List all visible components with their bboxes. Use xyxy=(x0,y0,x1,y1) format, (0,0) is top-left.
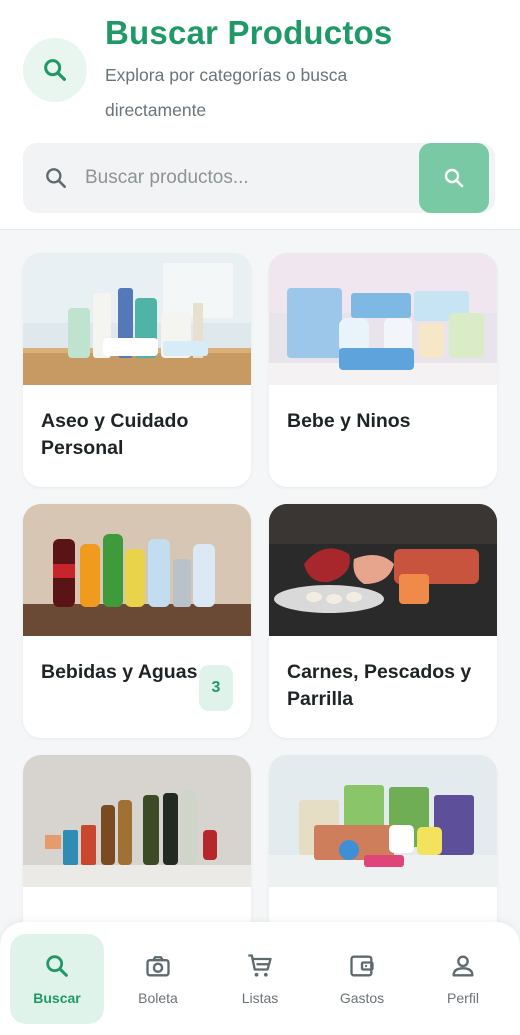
search-icon xyxy=(46,955,68,977)
cart-icon xyxy=(248,954,272,977)
category-image-aseo xyxy=(23,253,251,385)
nav-item-perfil[interactable]: Perfil xyxy=(416,934,510,1024)
person-icon xyxy=(452,955,474,977)
search-icon xyxy=(444,168,464,188)
category-card-bebidas[interactable]: Bebidas y Aguas 3 xyxy=(23,504,251,738)
category-card-bebe[interactable]: Bebe y Ninos xyxy=(269,253,497,487)
wallet-icon xyxy=(350,955,374,977)
category-card-carnes[interactable]: Carnes, Pescados y Parrilla xyxy=(269,504,497,738)
search-input[interactable] xyxy=(85,157,415,199)
category-image-5 xyxy=(23,755,251,887)
nav-label: Boleta xyxy=(138,990,178,1006)
category-grid: Aseo y Cuidado Personal Bebe y Ninos Beb… xyxy=(0,230,520,930)
category-image-bebe xyxy=(269,253,497,385)
nav-label: Buscar xyxy=(33,990,81,1006)
search-icon xyxy=(43,165,69,191)
category-label: Aseo y Cuidado Personal xyxy=(41,410,189,459)
category-label: Bebe y Ninos xyxy=(287,410,411,432)
page-subtitle: Explora por categorías o busca directame… xyxy=(105,65,348,120)
search-icon xyxy=(23,38,87,102)
category-image-bebidas xyxy=(23,504,251,636)
nav-item-boleta[interactable]: Boleta xyxy=(111,934,205,1024)
camera-icon xyxy=(146,956,170,977)
search-bar xyxy=(23,143,495,213)
nav-label: Gastos xyxy=(339,990,385,1006)
nav-label: Listas xyxy=(241,990,279,1006)
category-label: Bebidas y Aguas xyxy=(41,661,198,683)
category-label: Carnes, Pescados y Parrilla xyxy=(287,661,472,710)
category-image-6 xyxy=(269,755,497,887)
count-badge: 3 xyxy=(199,665,233,711)
nav-label: Perfil xyxy=(447,990,479,1006)
page-title: Buscar Productos xyxy=(105,14,393,51)
nav-item-listas[interactable]: Listas xyxy=(213,934,307,1024)
category-card-aseo[interactable]: Aseo y Cuidado Personal xyxy=(23,253,251,487)
category-image-carnes xyxy=(269,504,497,636)
category-card-5[interactable] xyxy=(23,755,251,930)
nav-item-gastos[interactable]: Gastos xyxy=(315,934,409,1024)
search-button[interactable] xyxy=(419,143,489,213)
bottom-navigation: Buscar Boleta Listas Gastos Perfil xyxy=(0,922,520,1035)
category-card-6[interactable] xyxy=(269,755,497,930)
page-header: Buscar Productos Explora por categorías … xyxy=(0,0,520,230)
nav-item-buscar[interactable]: Buscar xyxy=(10,934,104,1024)
